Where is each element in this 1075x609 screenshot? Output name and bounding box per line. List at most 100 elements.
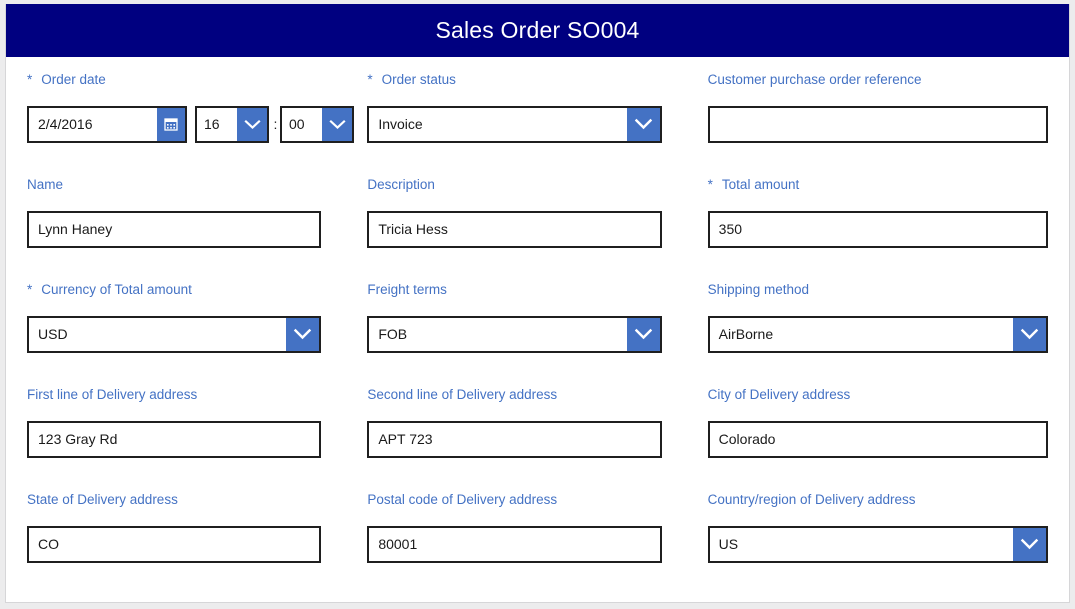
field-label-text: Postal code of Delivery address bbox=[367, 492, 558, 507]
postal-code-of-delivery-address-controls: 80001 bbox=[367, 525, 662, 563]
field-label-text: Freight terms bbox=[367, 282, 447, 297]
country-region-of-delivery-address-controls: US bbox=[707, 525, 1048, 563]
name-controls: Lynn Haney bbox=[27, 210, 322, 248]
shipping-method-value: AirBorne bbox=[718, 326, 774, 342]
freight-terms-combobox[interactable]: FOB bbox=[367, 315, 662, 353]
first-line-of-delivery-address-value: 123 Gray Rd bbox=[38, 431, 118, 447]
form-row: * Currency of Total amount USD Freight t… bbox=[27, 283, 1048, 388]
calendar-icon[interactable] bbox=[157, 107, 185, 141]
chevron-down-icon[interactable] bbox=[322, 107, 352, 141]
label-order-date: * Order date bbox=[27, 73, 321, 87]
order-date-value: 2/4/2016 bbox=[38, 116, 93, 132]
form-row: Name Lynn Haney Description Tricia Hess … bbox=[27, 178, 1048, 283]
order-hour-combobox[interactable]: 16 bbox=[195, 105, 269, 143]
field-label-text: First line of Delivery address bbox=[27, 387, 198, 402]
order-status-combobox[interactable]: Invoice bbox=[367, 105, 662, 143]
field-order-date: * Order date 2/4/2016 16: 00 bbox=[27, 73, 367, 178]
form-header: Sales Order SO004 bbox=[6, 4, 1069, 57]
form-row: State of Delivery address CO Postal code… bbox=[27, 493, 1048, 598]
form-row: First line of Delivery address 123 Gray … bbox=[27, 388, 1048, 493]
label-shipping-method: Shipping method bbox=[708, 283, 1048, 297]
form-row: * Order date 2/4/2016 16: 00 * Order st… bbox=[27, 73, 1048, 178]
total-amount-value: 350 bbox=[718, 221, 743, 237]
field-label-text: Description bbox=[367, 177, 435, 192]
order-status-controls: Invoice bbox=[367, 105, 662, 143]
order-date-input[interactable]: 2/4/2016 bbox=[27, 105, 187, 143]
shipping-method-controls: AirBorne bbox=[707, 315, 1048, 353]
chevron-down-icon[interactable] bbox=[626, 317, 660, 351]
label-name: Name bbox=[27, 178, 321, 192]
field-freight-terms: Freight terms FOB bbox=[367, 283, 707, 388]
customer-purchase-order-reference-input[interactable] bbox=[707, 105, 1048, 143]
field-name: Name Lynn Haney bbox=[27, 178, 367, 283]
order-minute-value: 00 bbox=[289, 116, 305, 132]
name-value: Lynn Haney bbox=[38, 221, 113, 237]
field-postal-code-of-delivery-address: Postal code of Delivery address 80001 bbox=[367, 493, 707, 598]
field-label-text: Country/region of Delivery address bbox=[707, 492, 916, 507]
field-label-text: Name bbox=[27, 177, 64, 192]
first-line-of-delivery-address-input[interactable]: 123 Gray Rd bbox=[27, 420, 322, 458]
label-city-of-delivery-address: City of Delivery address bbox=[708, 388, 1048, 402]
label-second-line-of-delivery-address: Second line of Delivery address bbox=[367, 388, 661, 402]
description-controls: Tricia Hess bbox=[367, 210, 662, 248]
chevron-down-icon[interactable] bbox=[1012, 317, 1046, 351]
state-of-delivery-address-value: CO bbox=[38, 536, 59, 552]
label-country-region-of-delivery-address: Country/region of Delivery address bbox=[708, 493, 1048, 507]
chevron-down-icon[interactable] bbox=[237, 107, 267, 141]
field-label-text: Currency of Total amount bbox=[41, 282, 192, 297]
country-region-of-delivery-address-combobox[interactable]: US bbox=[707, 525, 1048, 563]
field-second-line-of-delivery-address: Second line of Delivery address APT 723 bbox=[367, 388, 707, 493]
field-label-text: State of Delivery address bbox=[27, 492, 178, 507]
field-order-status: * Order status Invoice bbox=[367, 73, 707, 178]
order-minute-combobox[interactable]: 00 bbox=[280, 105, 354, 143]
field-total-amount: * Total amount 350 bbox=[707, 177, 1048, 283]
time-separator: : bbox=[273, 116, 278, 132]
city-of-delivery-address-input[interactable]: Colorado bbox=[707, 420, 1048, 458]
description-value: Tricia Hess bbox=[378, 221, 448, 237]
field-city-of-delivery-address: City of Delivery address Colorado bbox=[707, 388, 1048, 493]
postal-code-of-delivery-address-value: 80001 bbox=[378, 536, 418, 552]
sales-order-form-card: Sales Order SO004 * Order date 2/4/2016 bbox=[5, 4, 1070, 603]
field-country-region-of-delivery-address: Country/region of Delivery address US bbox=[707, 493, 1048, 598]
required-marker: * bbox=[27, 282, 33, 297]
field-label-text: Order date bbox=[41, 72, 106, 87]
page-title: Sales Order SO004 bbox=[435, 17, 640, 43]
country-region-of-delivery-address-value: US bbox=[718, 536, 739, 552]
form-body: * Order date 2/4/2016 16: 00 * Order st… bbox=[6, 57, 1069, 602]
shipping-method-combobox[interactable]: AirBorne bbox=[707, 315, 1048, 353]
field-currency-of-total-amount: * Currency of Total amount USD bbox=[27, 283, 367, 388]
currency-of-total-amount-value: USD bbox=[38, 326, 68, 342]
chevron-down-icon[interactable] bbox=[1012, 527, 1046, 561]
city-of-delivery-address-value: Colorado bbox=[718, 431, 776, 447]
label-freight-terms: Freight terms bbox=[367, 283, 661, 297]
field-label-text: Second line of Delivery address bbox=[367, 387, 558, 402]
customer-purchase-order-reference-controls bbox=[707, 105, 1048, 143]
page-background: Sales Order SO004 * Order date 2/4/2016 bbox=[0, 0, 1075, 609]
second-line-of-delivery-address-value: APT 723 bbox=[378, 431, 433, 447]
currency-of-total-amount-combobox[interactable]: USD bbox=[27, 315, 322, 353]
state-of-delivery-address-controls: CO bbox=[27, 525, 322, 563]
field-label-text: Total amount bbox=[721, 177, 800, 192]
required-marker: * bbox=[707, 177, 713, 192]
description-input[interactable]: Tricia Hess bbox=[367, 210, 662, 248]
order-date-controls: 2/4/2016 16: 00 bbox=[27, 105, 354, 143]
state-of-delivery-address-input[interactable]: CO bbox=[27, 525, 322, 563]
field-label-text: Customer purchase order reference bbox=[707, 72, 922, 87]
field-label-text: Shipping method bbox=[707, 282, 809, 297]
second-line-of-delivery-address-input[interactable]: APT 723 bbox=[367, 420, 662, 458]
name-input[interactable]: Lynn Haney bbox=[27, 210, 322, 248]
label-description: Description bbox=[367, 178, 661, 192]
chevron-down-icon[interactable] bbox=[626, 107, 660, 141]
postal-code-of-delivery-address-input[interactable]: 80001 bbox=[367, 525, 662, 563]
freight-terms-value: FOB bbox=[378, 326, 408, 342]
label-order-status: * Order status bbox=[367, 73, 661, 87]
second-line-of-delivery-address-controls: APT 723 bbox=[367, 420, 662, 458]
field-description: Description Tricia Hess bbox=[367, 178, 707, 283]
chevron-down-icon[interactable] bbox=[286, 317, 320, 351]
currency-of-total-amount-controls: USD bbox=[27, 315, 322, 353]
total-amount-controls: 350 bbox=[707, 210, 1048, 248]
freight-terms-controls: FOB bbox=[367, 315, 662, 353]
label-currency-of-total-amount: * Currency of Total amount bbox=[27, 283, 321, 297]
total-amount-input[interactable]: 350 bbox=[707, 210, 1048, 248]
field-state-of-delivery-address: State of Delivery address CO bbox=[27, 493, 367, 598]
